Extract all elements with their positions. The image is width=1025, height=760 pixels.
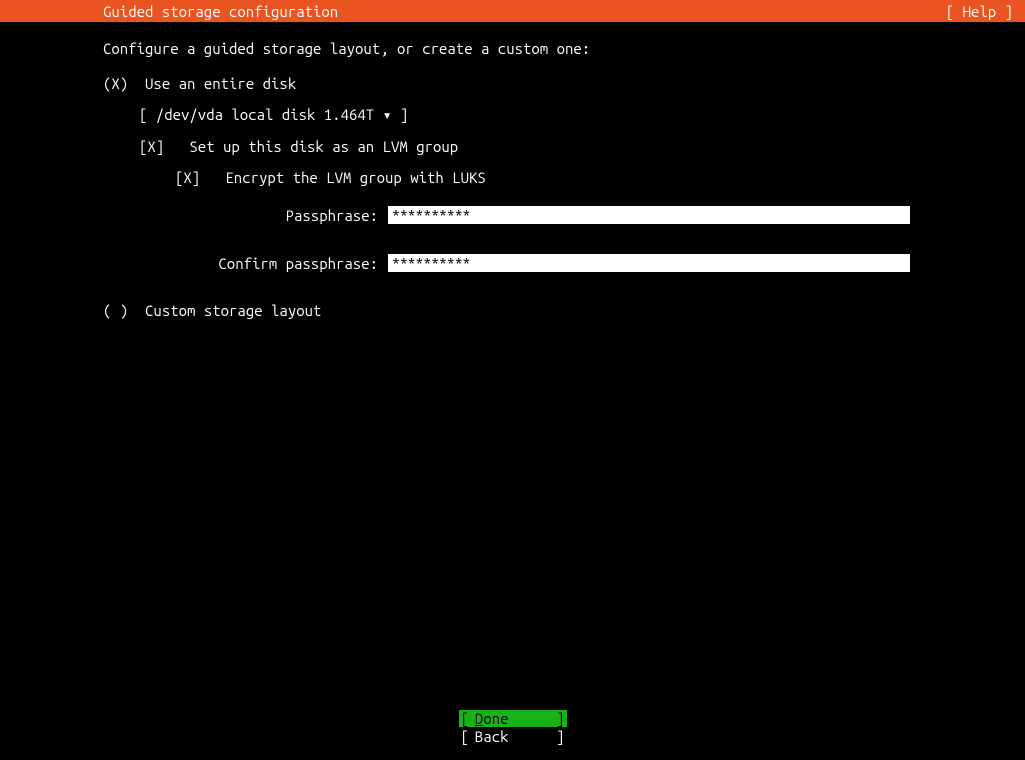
radio-marker-entire-disk: (X) (103, 75, 128, 92)
confirm-passphrase-input[interactable]: ********** (388, 254, 910, 272)
done-button-label: Done (469, 710, 556, 727)
passphrase-row: Passphrase: ********** (103, 206, 1025, 224)
disk-selector-dropdown[interactable]: [ /dev/vda local disk 1.464T ▾ ] (139, 106, 1025, 124)
checkbox-marker-lvm: [X] (139, 138, 164, 155)
instruction-text: Configure a guided storage layout, or cr… (103, 40, 1025, 57)
confirm-passphrase-label: Confirm passphrase: (103, 255, 388, 272)
page-title: Guided storage configuration (103, 3, 338, 20)
help-button[interactable]: [ Help ] (946, 3, 1013, 20)
checkbox-label-encrypt: Encrypt the LVM group with LUKS (200, 169, 486, 186)
content-area: Configure a guided storage layout, or cr… (0, 22, 1025, 319)
footer-buttons: [ Done ] [ Back ] (0, 710, 1025, 746)
checkbox-lvm[interactable]: [X] Set up this disk as an LVM group (139, 138, 1025, 155)
bracket-right-icon: ] (556, 710, 566, 727)
checkbox-marker-encrypt: [X] (175, 169, 200, 186)
done-button[interactable]: [ Done ] (459, 710, 567, 727)
passphrase-input[interactable]: ********** (388, 206, 910, 224)
option-label-entire-disk: Use an entire disk (128, 75, 296, 92)
checkbox-label-lvm: Set up this disk as an LVM group (164, 138, 458, 155)
back-button[interactable]: [ Back ] (459, 728, 567, 745)
bracket-right-icon: ] (556, 728, 566, 745)
header-bar: Guided storage configuration [ Help ] (0, 0, 1025, 22)
passphrase-label: Passphrase: (103, 207, 388, 224)
radio-marker-custom: ( ) (103, 302, 128, 319)
checkbox-encrypt[interactable]: [X] Encrypt the LVM group with LUKS (175, 169, 1025, 186)
option-custom-layout[interactable]: ( ) Custom storage layout (103, 302, 1025, 319)
bracket-left-icon: [ (459, 728, 469, 745)
confirm-passphrase-row: Confirm passphrase: ********** (103, 254, 1025, 272)
option-entire-disk[interactable]: (X) Use an entire disk (103, 75, 1025, 92)
back-button-label: Back (469, 728, 556, 745)
disk-selector-text: [ /dev/vda local disk 1.464T ▾ ] (139, 106, 408, 123)
option-label-custom: Custom storage layout (128, 302, 321, 319)
bracket-left-icon: [ (459, 710, 469, 727)
